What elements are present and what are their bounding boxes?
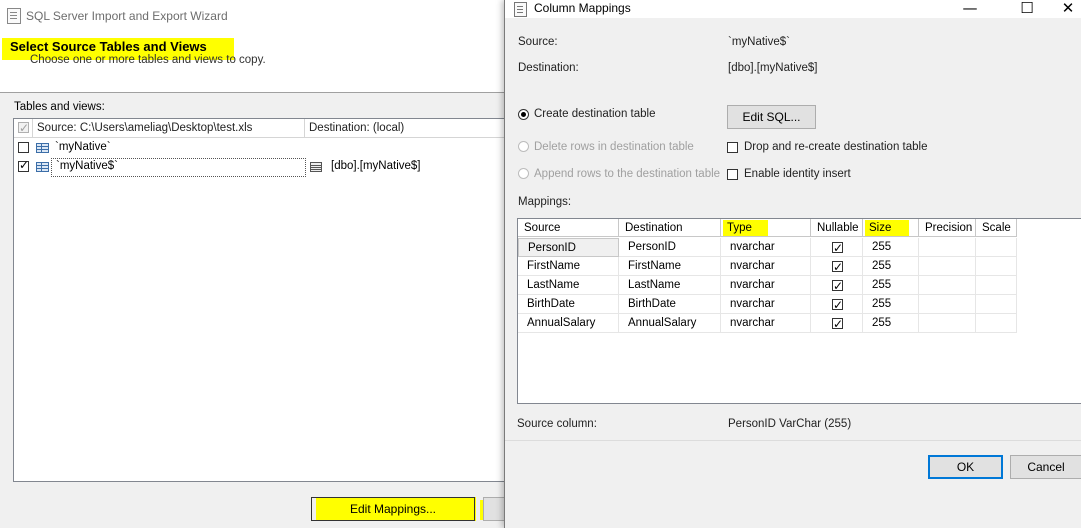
- grid-cell-scale[interactable]: [976, 257, 1017, 276]
- grid-cell-scale[interactable]: [976, 295, 1017, 314]
- grid-cell-destination[interactable]: AnnualSalary: [619, 314, 721, 333]
- grid-header-precision[interactable]: Precision: [919, 219, 976, 237]
- cancel-button[interactable]: Cancel: [1010, 455, 1081, 479]
- row-destination-name[interactable]: [dbo].[myNative$]: [331, 160, 420, 172]
- grid-header-destination[interactable]: Destination: [619, 219, 721, 237]
- identity-insert-checkbox[interactable]: [727, 169, 738, 180]
- source-column-value: PersonID VarChar (255): [728, 418, 852, 430]
- grid-cell-precision[interactable]: [919, 257, 976, 276]
- grid-cell-source[interactable]: BirthDate: [518, 295, 619, 314]
- minimize-icon[interactable]: —: [950, 0, 990, 18]
- create-table-label[interactable]: Create destination table: [534, 108, 655, 120]
- grid-cell-type[interactable]: nvarchar: [721, 257, 811, 276]
- grid-cell-destination[interactable]: FirstName: [619, 257, 721, 276]
- source-value: `myNative$`: [728, 36, 790, 48]
- dialog-divider: [505, 440, 1081, 441]
- identity-insert-label[interactable]: Enable identity insert: [744, 168, 851, 180]
- source-label: Source:: [518, 36, 558, 48]
- grid-cell-nullable[interactable]: [811, 295, 863, 315]
- select-all-checkbox[interactable]: [18, 119, 29, 137]
- drop-recreate-checkbox[interactable]: [727, 142, 738, 153]
- grid-header-scale[interactable]: Scale: [976, 219, 1017, 237]
- wizard-app-icon: [7, 8, 21, 24]
- grid-cell-nullable[interactable]: [811, 257, 863, 277]
- grid-cell-precision[interactable]: [919, 238, 976, 257]
- grid-cell-source[interactable]: FirstName: [518, 257, 619, 276]
- table-icon: [36, 162, 49, 172]
- grid-cell-scale[interactable]: [976, 238, 1017, 257]
- row-source-name: `myNative`: [55, 141, 111, 153]
- grid-cell-scale[interactable]: [976, 314, 1017, 333]
- drop-recreate-label[interactable]: Drop and re-create destination table: [744, 141, 927, 153]
- row-checkbox[interactable]: [18, 142, 29, 153]
- nullable-checkbox[interactable]: [832, 296, 843, 315]
- grid-cell-size[interactable]: 255: [863, 257, 919, 276]
- source-column-label: Source column:: [517, 418, 597, 430]
- grid-cell-size[interactable]: 255: [863, 295, 919, 314]
- grid-cell-nullable[interactable]: [811, 314, 863, 334]
- delete-rows-radio[interactable]: [518, 141, 529, 152]
- nullable-checkbox[interactable]: [832, 239, 843, 258]
- column-mappings-dialog: Column Mappings — ☐ ✕ Source: `myNative$…: [504, 0, 1081, 528]
- append-rows-label[interactable]: Append rows to the destination table: [534, 168, 720, 180]
- grid-cell-destination[interactable]: PersonID: [619, 238, 721, 257]
- destination-label: Destination:: [518, 62, 579, 74]
- grid-header-type[interactable]: Type: [721, 219, 811, 237]
- edit-mappings-button[interactable]: Edit Mappings...: [311, 497, 475, 521]
- row-source-name: `myNative$`: [56, 160, 118, 172]
- grid-cell-size[interactable]: 255: [863, 238, 919, 257]
- maximize-icon[interactable]: ☐: [1007, 0, 1047, 18]
- grid-cell-source[interactable]: PersonID: [518, 238, 619, 257]
- wizard-subheading: Choose one or more tables and views to c…: [30, 54, 266, 66]
- mappings-label: Mappings:: [518, 196, 572, 208]
- nullable-checkbox[interactable]: [832, 277, 843, 296]
- edit-sql-button[interactable]: Edit SQL...: [727, 105, 816, 129]
- select-all-header[interactable]: [14, 119, 33, 137]
- grid-header-nullable[interactable]: Nullable: [811, 219, 863, 237]
- grid-cell-type[interactable]: nvarchar: [721, 314, 811, 333]
- nullable-checkbox[interactable]: [832, 315, 843, 334]
- close-icon[interactable]: ✕: [1054, 0, 1081, 18]
- destination-value: [dbo].[myNative$]: [728, 62, 818, 74]
- grid-cell-type[interactable]: nvarchar: [721, 238, 811, 257]
- grid-cell-type[interactable]: nvarchar: [721, 276, 811, 295]
- grid-cell-precision[interactable]: [919, 314, 976, 333]
- source-column-header[interactable]: Source: C:\Users\ameliag\Desktop\test.xl…: [33, 119, 305, 137]
- grid-cell-nullable[interactable]: [811, 276, 863, 296]
- grid-cell-source[interactable]: LastName: [518, 276, 619, 295]
- row-checkbox[interactable]: [18, 158, 29, 172]
- grid-cell-size[interactable]: 255: [863, 314, 919, 333]
- wizard-heading: Select Source Tables and Views: [10, 39, 207, 54]
- grid-cell-destination[interactable]: BirthDate: [619, 295, 721, 314]
- dialog-title: Column Mappings: [534, 1, 631, 15]
- dialog-titlebar[interactable]: Column Mappings — ☐ ✕: [505, 0, 1081, 18]
- dialog-app-icon: [514, 2, 527, 17]
- mappings-grid[interactable]: Source Destination Type Nullable Size Pr…: [517, 218, 1081, 404]
- wizard-title: SQL Server Import and Export Wizard: [26, 9, 228, 23]
- grid-cell-size[interactable]: 255: [863, 276, 919, 295]
- create-table-radio[interactable]: [518, 109, 529, 120]
- grid-cell-precision[interactable]: [919, 276, 976, 295]
- append-rows-radio[interactable]: [518, 168, 529, 179]
- grid-cell-precision[interactable]: [919, 295, 976, 314]
- table-icon: [36, 143, 49, 153]
- grid-cell-scale[interactable]: [976, 276, 1017, 295]
- destination-table-icon: [310, 162, 322, 172]
- grid-cell-destination[interactable]: LastName: [619, 276, 721, 295]
- grid-header-source[interactable]: Source: [518, 219, 619, 237]
- nullable-checkbox[interactable]: [832, 258, 843, 277]
- grid-header-size[interactable]: Size: [863, 219, 919, 237]
- grid-cell-source[interactable]: AnnualSalary: [518, 314, 619, 333]
- grid-cell-type[interactable]: nvarchar: [721, 295, 811, 314]
- tables-and-views-label: Tables and views:: [14, 101, 105, 113]
- ok-button[interactable]: OK: [928, 455, 1003, 479]
- delete-rows-label[interactable]: Delete rows in destination table: [534, 141, 694, 153]
- grid-cell-nullable[interactable]: [811, 238, 863, 258]
